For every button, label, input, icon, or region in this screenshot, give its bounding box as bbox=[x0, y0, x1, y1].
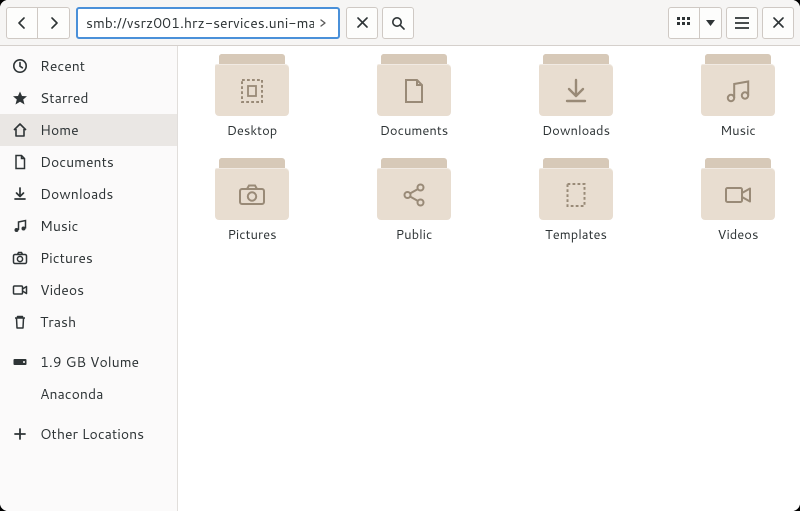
home-icon bbox=[12, 122, 28, 138]
sidebar-item-label: Pictures bbox=[40, 248, 93, 268]
sidebar-item-label: Anaconda bbox=[40, 384, 103, 404]
location-close-button[interactable] bbox=[346, 7, 378, 39]
sidebar-item-music[interactable]: Music bbox=[0, 210, 177, 242]
view-controls bbox=[668, 7, 722, 39]
music-icon bbox=[701, 76, 775, 106]
folder-documents[interactable]: Documents bbox=[364, 54, 464, 140]
search-button[interactable] bbox=[382, 7, 414, 39]
hamburger-menu-button[interactable] bbox=[726, 7, 758, 39]
trash-icon bbox=[12, 314, 28, 330]
plus-icon bbox=[12, 426, 28, 442]
file-manager-window: Recent Starred Home Documents Downloads Music… bbox=[0, 0, 800, 511]
nav-group bbox=[6, 7, 70, 39]
sidebar-item-downloads[interactable]: Downloads bbox=[0, 178, 177, 210]
video-icon bbox=[701, 180, 775, 210]
desktop-icon bbox=[215, 76, 289, 106]
folder-icon bbox=[701, 54, 775, 116]
search-icon bbox=[391, 16, 405, 30]
chevron-left-icon bbox=[16, 17, 28, 29]
folder-videos[interactable]: Videos bbox=[688, 158, 788, 244]
main-view[interactable]: Desktop Documents Downloads Music bbox=[178, 46, 800, 511]
location-entry[interactable] bbox=[76, 7, 340, 39]
content-area: Recent Starred Home Documents Downloads Music… bbox=[0, 46, 800, 511]
folder-label: Desktop bbox=[227, 122, 278, 140]
triangle-down-icon bbox=[706, 20, 715, 26]
location-dropdown-icon[interactable] bbox=[314, 18, 332, 28]
location-input[interactable] bbox=[86, 13, 314, 33]
folder-icon bbox=[539, 158, 613, 220]
folder-icon bbox=[377, 54, 451, 116]
folder-pictures[interactable]: Pictures bbox=[202, 158, 302, 244]
folder-label: Music bbox=[720, 122, 756, 140]
sidebar-item-pictures[interactable]: Pictures bbox=[0, 242, 177, 274]
headerbar bbox=[0, 0, 800, 46]
sidebar-item-anaconda[interactable]: Anaconda bbox=[0, 378, 177, 410]
folder-templates[interactable]: Templates bbox=[526, 158, 626, 244]
hamburger-icon bbox=[735, 17, 749, 29]
folder-downloads[interactable]: Downloads bbox=[526, 54, 626, 140]
sidebar-item-starred[interactable]: Starred bbox=[0, 82, 177, 114]
folder-public[interactable]: Public bbox=[364, 158, 464, 244]
close-icon bbox=[357, 17, 368, 28]
folder-grid: Desktop Documents Downloads Music bbox=[182, 54, 796, 262]
window-close-button[interactable] bbox=[762, 7, 794, 39]
download-icon bbox=[12, 186, 28, 202]
folder-desktop[interactable]: Desktop bbox=[202, 54, 302, 140]
download-icon bbox=[539, 76, 613, 106]
share-icon bbox=[377, 180, 451, 210]
close-icon bbox=[773, 17, 784, 28]
folder-label: Pictures bbox=[227, 226, 276, 244]
clock-icon bbox=[12, 58, 28, 74]
sidebar-item-label: Starred bbox=[40, 88, 89, 108]
folder-label: Downloads bbox=[542, 122, 610, 140]
sidebar-item-trash[interactable]: Trash bbox=[0, 306, 177, 338]
document-icon bbox=[377, 76, 451, 106]
sidebar-item-label: Home bbox=[40, 120, 79, 140]
drive-icon bbox=[12, 354, 28, 370]
sidebar-item-label: 1.9 GB Volume bbox=[40, 352, 139, 372]
folder-icon bbox=[215, 54, 289, 116]
camera-icon bbox=[12, 250, 28, 266]
folder-icon bbox=[215, 158, 289, 220]
document-icon bbox=[12, 154, 28, 170]
folder-label: Documents bbox=[380, 122, 449, 140]
folder-icon bbox=[377, 158, 451, 220]
sidebar-item-recent[interactable]: Recent bbox=[0, 50, 177, 82]
sidebar-item-label: Documents bbox=[40, 152, 114, 172]
sidebar-item-label: Music bbox=[40, 216, 78, 236]
sidebar-item-other-locations[interactable]: Other Locations bbox=[0, 418, 177, 450]
sidebar-item-label: Other Locations bbox=[40, 424, 144, 444]
forward-button[interactable] bbox=[38, 7, 70, 39]
drive-empty-icon bbox=[12, 386, 28, 402]
folder-label: Templates bbox=[545, 226, 607, 244]
sidebar-item-label: Recent bbox=[40, 56, 85, 76]
chevron-right-icon bbox=[48, 17, 60, 29]
folder-label: Videos bbox=[718, 226, 759, 244]
sidebar-item-label: Videos bbox=[40, 280, 84, 300]
camera-icon bbox=[215, 180, 289, 210]
icon-view-button[interactable] bbox=[668, 7, 700, 39]
sidebar-item-1-9-gb-volume[interactable]: 1.9 GB Volume bbox=[0, 346, 177, 378]
sidebar: Recent Starred Home Documents Downloads Music… bbox=[0, 46, 178, 511]
music-icon bbox=[12, 218, 28, 234]
sidebar-item-label: Downloads bbox=[40, 184, 113, 204]
sidebar-item-documents[interactable]: Documents bbox=[0, 146, 177, 178]
folder-music[interactable]: Music bbox=[688, 54, 788, 140]
grid-icon bbox=[677, 17, 691, 29]
folder-icon bbox=[539, 54, 613, 116]
star-icon bbox=[12, 90, 28, 106]
sidebar-item-videos[interactable]: Videos bbox=[0, 274, 177, 306]
view-options-button[interactable] bbox=[700, 7, 722, 39]
video-icon bbox=[12, 282, 28, 298]
back-button[interactable] bbox=[6, 7, 38, 39]
folder-icon bbox=[701, 158, 775, 220]
folder-label: Public bbox=[396, 226, 433, 244]
sidebar-item-home[interactable]: Home bbox=[0, 114, 177, 146]
sidebar-item-label: Trash bbox=[40, 312, 76, 332]
template-icon bbox=[539, 180, 613, 210]
